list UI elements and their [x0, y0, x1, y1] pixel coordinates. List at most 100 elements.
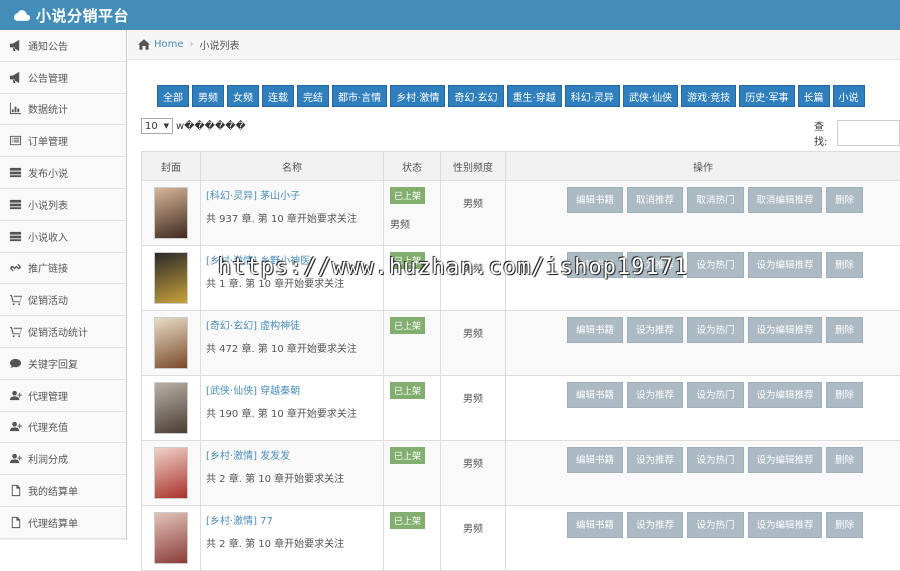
row-action-button[interactable]: 编辑书籍 [567, 512, 623, 538]
filter-button[interactable]: 男频 [192, 85, 224, 107]
row-action-button[interactable]: 设为推荐 [627, 447, 683, 473]
row-action-button[interactable]: 删除 [826, 512, 863, 538]
sidebar-item[interactable]: 利润分成 [0, 443, 126, 475]
row-action-button[interactable]: 删除 [826, 252, 863, 278]
row-action-button[interactable]: 编辑书籍 [567, 187, 623, 213]
sidebar-item[interactable]: 我的结算单 [0, 475, 126, 507]
sidebar-item[interactable]: 通知公告 [0, 30, 126, 62]
col-header-status[interactable]: 状态 [384, 152, 441, 181]
status-cell: 已上架男频 [384, 181, 441, 246]
name-cell: [科幻·灵异] 茅山小子共 937 章. 第 10 章开始要求关注 [201, 181, 384, 246]
filter-button[interactable]: 都市·言情 [332, 85, 387, 107]
cover-cell [142, 376, 201, 441]
row-action-button[interactable]: 设为热门 [687, 512, 744, 538]
sidebar-item[interactable]: 促销活动 [0, 284, 126, 316]
server-icon [8, 229, 22, 243]
row-action-button[interactable]: 编辑书籍 [567, 447, 623, 473]
row-action-button[interactable]: 设为编辑推荐 [748, 252, 822, 278]
sidebar-item[interactable]: 代理结算单 [0, 507, 126, 539]
row-action-button[interactable]: 设为编辑推荐 [748, 382, 822, 408]
filter-button[interactable]: 乡村·激情 [390, 85, 445, 107]
book-title-link[interactable]: [科幻·灵异] 茅山小子 [206, 187, 378, 202]
book-title-link[interactable]: [乡村·激情] 乡野小神医 [206, 252, 378, 267]
bullhorn-icon [8, 70, 22, 84]
row-action-button[interactable]: 设为热门 [687, 252, 744, 278]
col-header-ops: 操作 [506, 152, 900, 181]
sidebar-item[interactable]: 小说列表 [0, 189, 126, 221]
row-action-button[interactable]: 编辑书籍 [567, 382, 623, 408]
sidebar-item[interactable]: 数据统计 [0, 94, 126, 126]
breadcrumb-home[interactable]: Home [154, 39, 184, 50]
row-action-button[interactable]: 编辑书籍 [567, 317, 623, 343]
filter-button[interactable]: 长篇 [798, 85, 830, 107]
filter-button[interactable]: 完结 [297, 85, 329, 107]
status-cell: 已上架 [384, 441, 441, 506]
filter-button[interactable]: 游戏·竞技 [681, 85, 736, 107]
sidebar-item[interactable]: 订单管理 [0, 125, 126, 157]
search-input[interactable] [837, 120, 900, 146]
sidebar-item[interactable]: 代理充值 [0, 412, 126, 444]
row-action-button[interactable]: 设为编辑推荐 [748, 512, 822, 538]
row-action-button[interactable]: 设为热门 [687, 447, 744, 473]
breadcrumb-current: 小说列表 [200, 37, 240, 52]
filter-button[interactable]: 武侠·仙侠 [623, 85, 678, 107]
ops-cell: 编辑书籍设为推荐设为热门设为编辑推荐删除 [506, 246, 900, 311]
book-title-link[interactable]: [乡村·激情] 77 [206, 512, 378, 527]
row-action-button[interactable]: 取消推荐 [627, 187, 683, 213]
row-action-button[interactable]: 取消编辑推荐 [748, 187, 822, 213]
row-action-button[interactable]: 删除 [826, 187, 863, 213]
status-cell: 已上架 [384, 376, 441, 441]
app-title[interactable]: 小说分销平台 [36, 5, 129, 26]
sidebar-item[interactable]: 发布小说 [0, 157, 126, 189]
row-action-button[interactable]: 编辑书籍 [567, 252, 623, 278]
filter-button[interactable]: 女频 [227, 85, 259, 107]
row-action-button[interactable]: 设为推荐 [627, 512, 683, 538]
page-size-suffix: w������ [176, 121, 246, 132]
sidebar-item-label: 推广链接 [28, 260, 68, 275]
row-action-button[interactable]: 删除 [826, 447, 863, 473]
row-action-button[interactable]: 设为推荐 [627, 382, 683, 408]
filter-button[interactable]: 小说 [833, 85, 865, 107]
book-title-link[interactable]: [乡村·激情] 发发发 [206, 447, 378, 462]
sidebar-item[interactable]: 推广链接 [0, 253, 126, 285]
col-header-gender[interactable]: 性别频度 [441, 152, 506, 181]
col-header-name[interactable]: 名称 [201, 152, 384, 181]
top-navbar: 小说分销平台 [0, 0, 900, 30]
sidebar-item[interactable]: 代理管理 [0, 380, 126, 412]
comment-icon [8, 356, 22, 370]
filter-button[interactable]: 历史·军事 [739, 85, 794, 107]
ops-cell: 编辑书籍设为推荐设为热门设为编辑推荐删除 [506, 376, 900, 441]
book-title-link[interactable]: [奇幻·玄幻] 虚构神徒 [206, 317, 378, 332]
row-action-button[interactable]: 设为热门 [687, 382, 744, 408]
col-header-cover[interactable]: 封面 [142, 152, 201, 181]
filter-button[interactable]: 重生·穿越 [507, 85, 562, 107]
name-cell: [乡村·激情] 发发发共 2 章. 第 10 章开始要求关注 [201, 441, 384, 506]
cover-cell [142, 506, 201, 571]
book-meta: 共 1 章. 第 10 章开始要求关注 [206, 279, 344, 290]
row-action-button[interactable]: 取消热门 [687, 187, 744, 213]
sidebar-item[interactable]: 公告管理 [0, 62, 126, 94]
sidebar-item-label: 代理结算单 [28, 515, 78, 530]
status-badge: 已上架 [390, 187, 425, 204]
filter-button[interactable]: 科幻·灵异 [565, 85, 620, 107]
sidebar-item[interactable]: 小说收入 [0, 221, 126, 253]
row-action-button[interactable]: 设为编辑推荐 [748, 447, 822, 473]
row-action-button[interactable]: 设为推荐 [627, 317, 683, 343]
table-row: [乡村·激情] 发发发共 2 章. 第 10 章开始要求关注已上架男频编辑书籍设… [142, 441, 900, 506]
filter-button[interactable]: 奇幻·玄幻 [448, 85, 503, 107]
sidebar-item[interactable]: 关键字回复 [0, 348, 126, 380]
row-action-button[interactable]: 删除 [826, 382, 863, 408]
book-title-link[interactable]: [武侠·仙侠] 穿越秦朝 [206, 382, 378, 397]
row-action-button[interactable]: 设为推荐 [627, 252, 683, 278]
filter-button[interactable]: 全部 [157, 85, 189, 107]
home-icon [138, 39, 150, 50]
row-action-button[interactable]: 删除 [826, 317, 863, 343]
filter-button[interactable]: 连载 [262, 85, 294, 107]
row-action-button[interactable]: 设为热门 [687, 317, 744, 343]
sidebar-item[interactable]: 促销活动统计 [0, 316, 126, 348]
file-icon [8, 484, 22, 498]
page-size-select[interactable]: 10 ▼ [141, 118, 173, 134]
book-cover [154, 187, 188, 239]
row-action-button[interactable]: 设为编辑推荐 [748, 317, 822, 343]
page-size-value: 10 [145, 121, 158, 132]
